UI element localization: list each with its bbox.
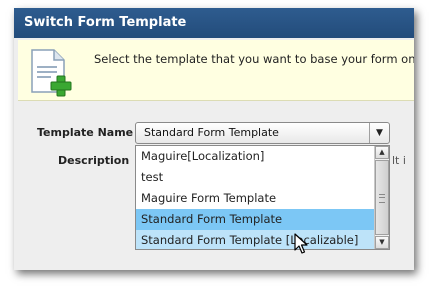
template-name-select[interactable]: Standard Form Template ▼ [135,122,390,144]
scrollbar-grip [379,194,385,203]
description-label: Description [58,154,130,167]
template-select-value: Standard Form Template [144,126,279,139]
mouse-cursor-icon [294,233,308,254]
dropdown-option[interactable]: test [136,167,375,188]
dropdown-option-hovered[interactable]: Standard Form Template [Localizable] [136,230,375,249]
scrollbar-thumb[interactable] [375,160,389,235]
dialog-title: Switch Form Template [24,15,187,30]
dropdown-arrow-icon[interactable]: ▼ [369,123,389,143]
banner-instruction-text: Select the template that you want to bas… [94,52,414,66]
document-add-icon [31,49,72,97]
dialog-titlebar: Switch Form Template [14,8,414,38]
scroll-down-icon[interactable]: ▼ [375,236,389,249]
template-name-label: Template Name [37,126,134,139]
scroll-up-icon[interactable]: ▲ [375,146,389,159]
dropdown-option[interactable]: Maguire Form Template [136,188,375,209]
dropdown-option[interactable]: Maguire[Localization] [136,146,375,167]
dropdown-option-selected[interactable]: Standard Form Template [136,209,375,230]
dropdown-scrollbar[interactable]: ▲ ▼ [374,146,389,249]
template-dropdown-list[interactable]: Maguire[Localization] test Maguire Form … [135,145,390,250]
info-banner: Select the template that you want to bas… [18,40,414,101]
switch-form-template-dialog: Switch Form Template Select the template… [14,8,414,270]
description-value: lt i [392,154,406,167]
